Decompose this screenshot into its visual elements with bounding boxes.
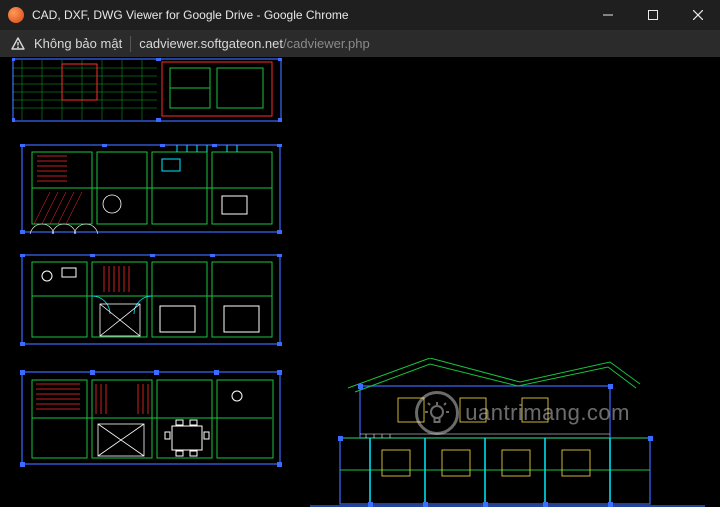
security-label[interactable]: Không bảo mật: [34, 36, 122, 51]
url-display[interactable]: cadviewer.softgateon.net/cadviewer.php: [139, 36, 370, 51]
warning-triangle-icon: [10, 36, 26, 52]
watermark: uantrimang.com: [415, 391, 630, 435]
address-bar: Không bảo mật cadviewer.softgateon.net/c…: [0, 30, 720, 58]
cad-drawing-floor-plan-c: [12, 368, 282, 468]
window-title: CAD, DXF, DWG Viewer for Google Drive - …: [32, 8, 585, 22]
cad-drawing-floor-plan-a: [12, 144, 282, 234]
cad-drawing-elevation-top: [12, 58, 282, 122]
lightbulb-icon: [415, 391, 459, 435]
watermark-text: uantrimang.com: [465, 400, 630, 426]
window-titlebar: CAD, DXF, DWG Viewer for Google Drive - …: [0, 0, 720, 30]
url-path: /cadviewer.php: [283, 36, 370, 51]
separator: [130, 36, 131, 52]
chrome-app-icon: [8, 7, 24, 23]
minimize-button[interactable]: [585, 0, 630, 30]
url-host: cadviewer.softgateon.net: [139, 36, 283, 51]
window-controls: [585, 0, 720, 30]
close-button[interactable]: [675, 0, 720, 30]
cad-drawing-floor-plan-b: [12, 254, 282, 346]
cad-viewport[interactable]: uantrimang.com: [0, 58, 720, 507]
maximize-button[interactable]: [630, 0, 675, 30]
